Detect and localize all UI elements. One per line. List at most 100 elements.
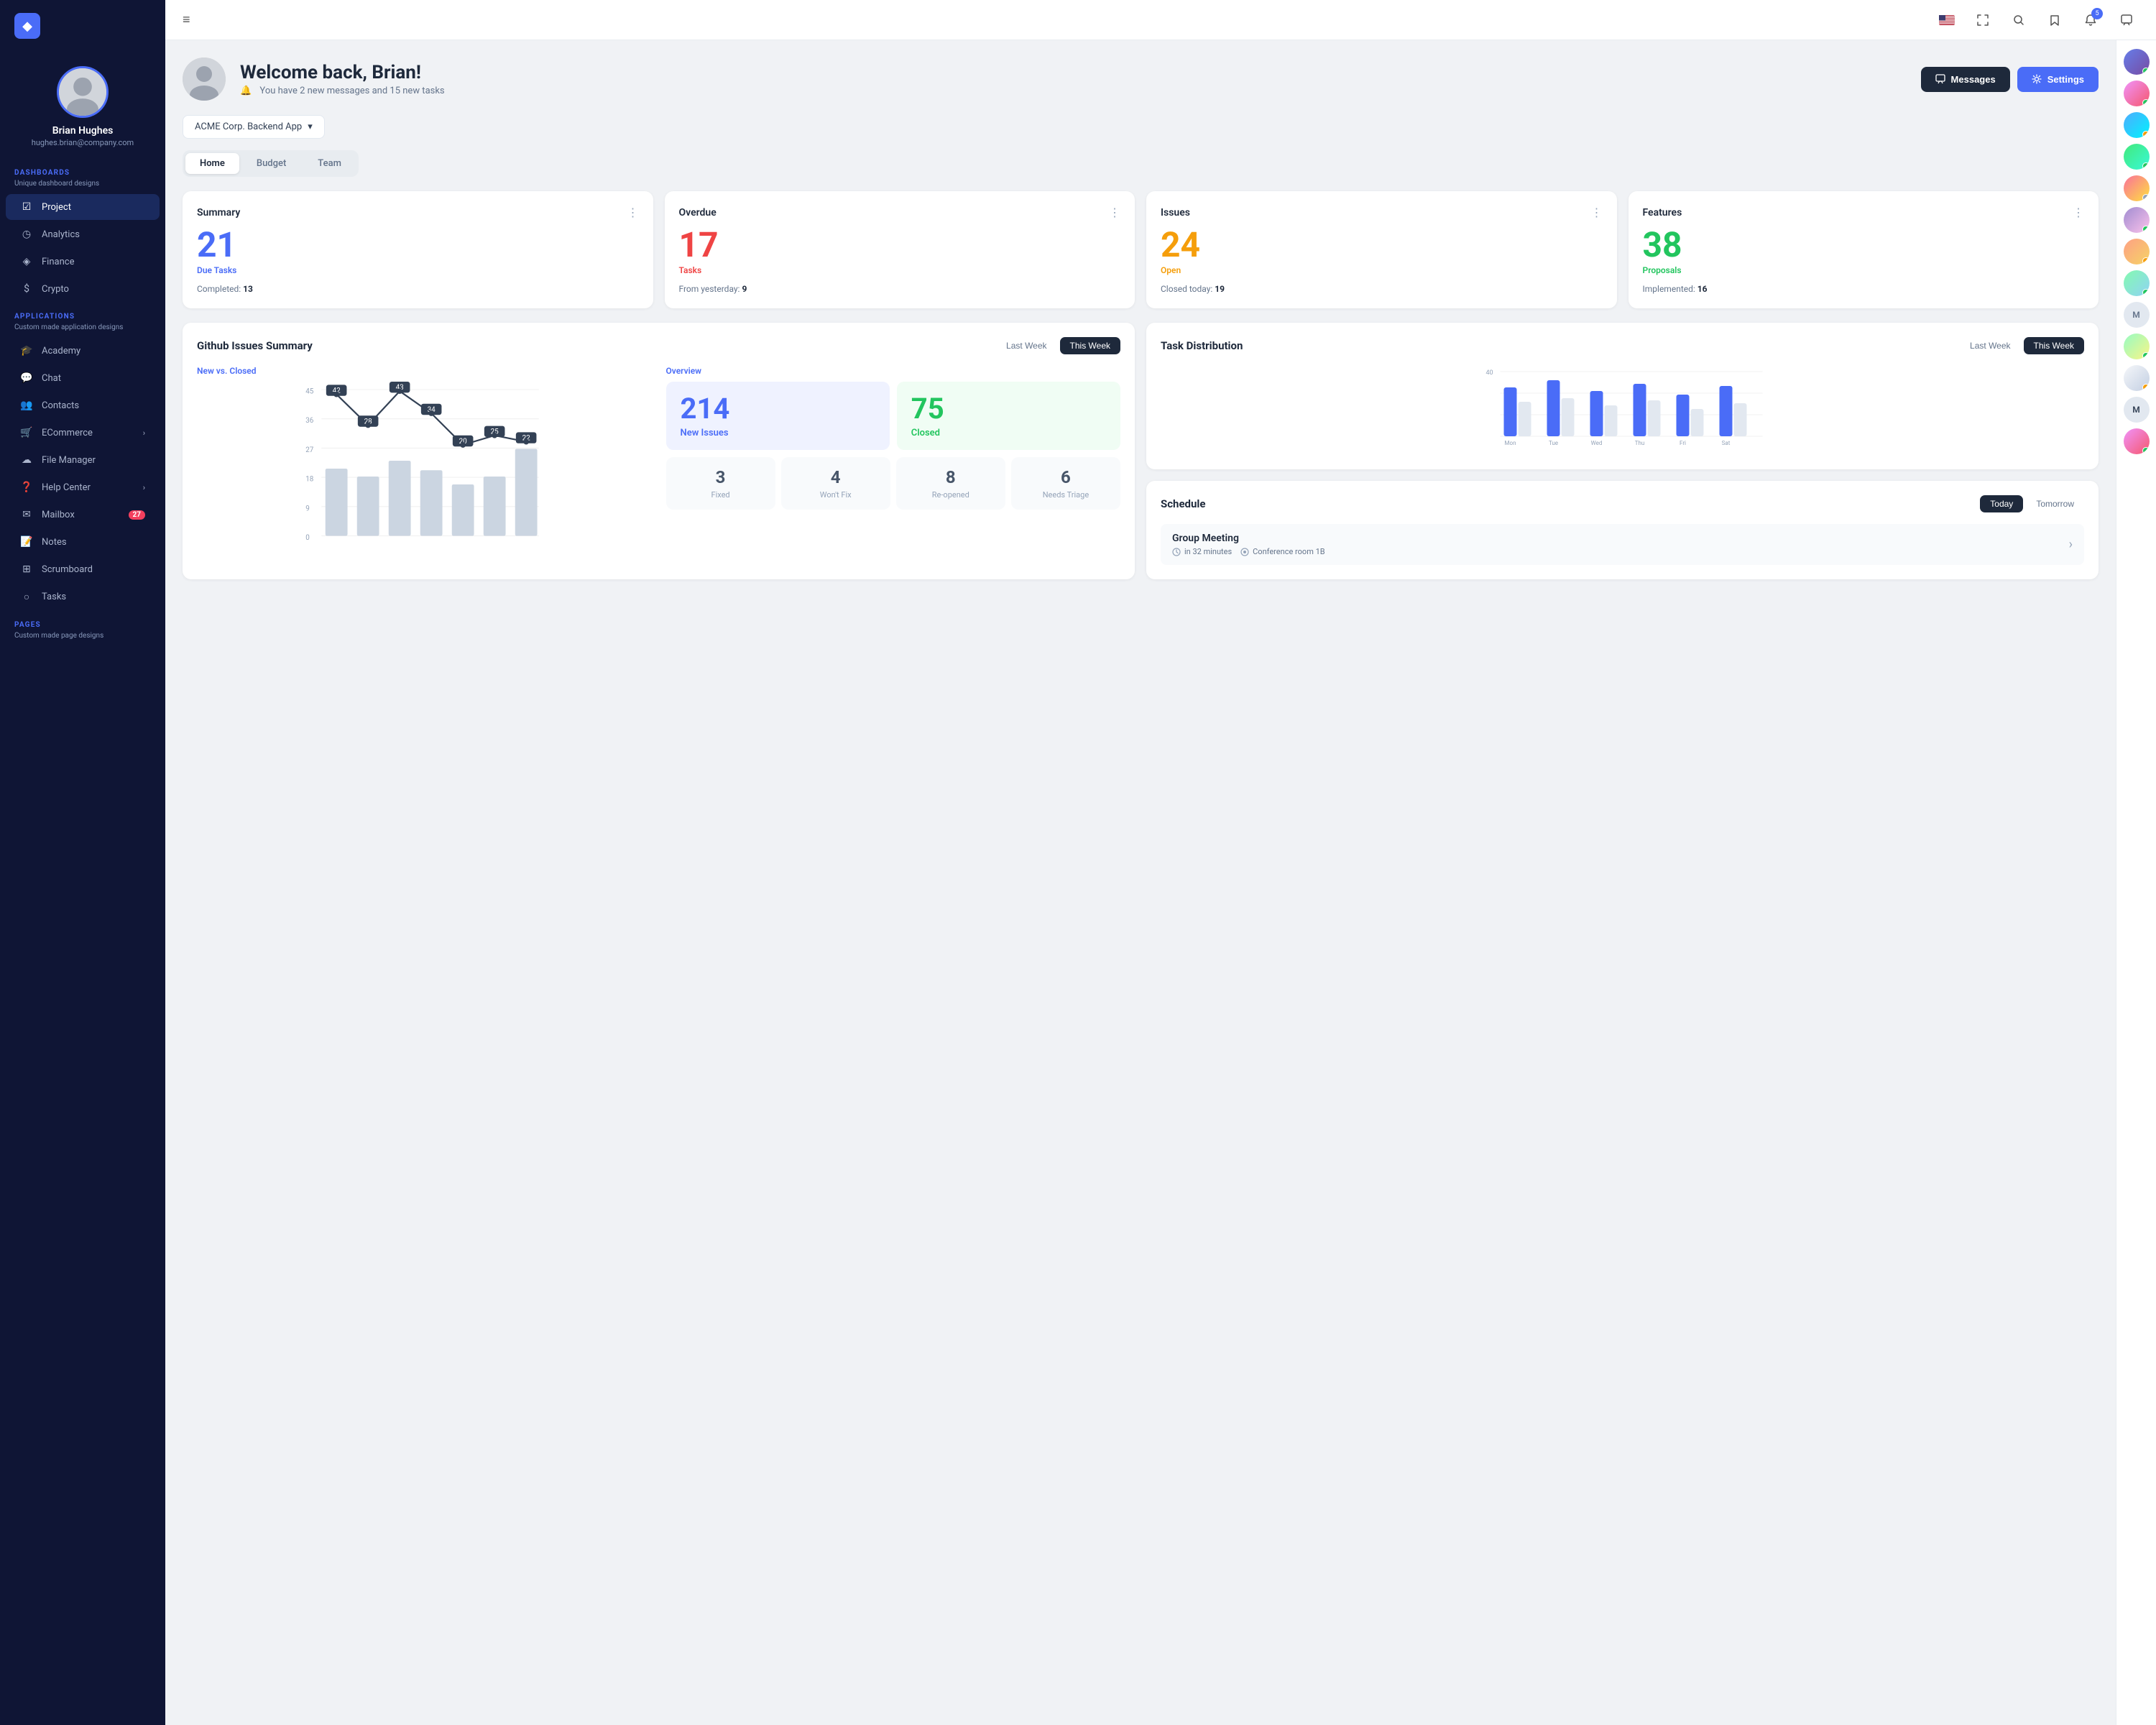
sidebar-item-chat[interactable]: 💬 Chat: [6, 365, 160, 391]
user-avatar: [57, 66, 109, 118]
mailbox-icon: ✉: [20, 509, 33, 520]
settings-btn-label: Settings: [2047, 74, 2084, 85]
reopened-stat: 8 Re-opened: [896, 457, 1005, 510]
logo-icon: ◆: [14, 13, 40, 39]
rp-avatar-12[interactable]: M: [2124, 397, 2150, 423]
task-dist-thisweek-btn[interactable]: This Week: [2024, 337, 2084, 354]
summary-card-menu[interactable]: ⋮: [627, 206, 639, 219]
sidebar-logo: ◆: [0, 0, 165, 52]
hamburger-button[interactable]: ≡: [183, 12, 190, 27]
issues-card-menu[interactable]: ⋮: [1591, 206, 1603, 219]
rp-avatar-5[interactable]: [2124, 175, 2150, 201]
task-dist-lastweek-btn[interactable]: Last Week: [1960, 337, 2020, 354]
finance-label: Finance: [42, 257, 74, 267]
github-thisweek-btn[interactable]: This Week: [1060, 337, 1120, 354]
rp-avatar-1[interactable]: [2124, 49, 2150, 75]
messages-action-button[interactable]: Messages: [1921, 67, 2010, 92]
welcome-actions: Messages Settings: [1921, 67, 2099, 92]
summary-card-subtitle: Due Tasks: [197, 265, 639, 275]
task-dist-title: Task Distribution: [1161, 339, 1243, 352]
applications-label: APPLICATIONS: [0, 303, 165, 323]
sidebar-item-mailbox[interactable]: ✉ Mailbox 27: [6, 502, 160, 528]
rp-avatar-11[interactable]: [2124, 365, 2150, 391]
rp-avatar-13[interactable]: [2124, 428, 2150, 454]
fullscreen-button[interactable]: [1971, 8, 1995, 32]
tab-home[interactable]: Home: [185, 153, 239, 174]
summary-card-number: 21: [197, 228, 639, 262]
messages-button[interactable]: [2114, 8, 2139, 32]
issues-card-title: Issues: [1161, 207, 1190, 218]
schedule-today-btn[interactable]: Today: [1980, 495, 2023, 512]
closed-issues-card: 75 Closed: [897, 382, 1120, 450]
app-selector-chevron: ▾: [308, 121, 313, 132]
wontfix-stat: 4 Won't Fix: [781, 457, 890, 510]
ecommerce-icon: 🛒: [20, 427, 33, 438]
analytics-icon: ◷: [20, 229, 33, 240]
notifications-badge: 5: [2091, 8, 2103, 19]
app-selector-label: ACME Corp. Backend App: [195, 121, 302, 132]
rp-avatar-8[interactable]: [2124, 270, 2150, 296]
academy-icon: 🎓: [20, 345, 33, 356]
right-panel: M M: [2116, 40, 2156, 1725]
contacts-icon: 👥: [20, 400, 33, 411]
features-card-menu[interactable]: ⋮: [2073, 206, 2084, 219]
sidebar-item-finance[interactable]: ◈ Finance: [6, 249, 160, 275]
welcome-header: Welcome back, Brian! 🔔 You have 2 new me…: [183, 58, 2099, 101]
ecommerce-label: ECommerce: [42, 428, 93, 438]
overdue-card: Overdue ⋮ 17 Tasks From yesterday: 9: [665, 191, 1135, 308]
rp-avatar-7[interactable]: [2124, 239, 2150, 264]
project-label: Project: [42, 202, 71, 213]
sidebar-item-helpcenter[interactable]: ❓ Help Center ›: [6, 474, 160, 500]
overdue-card-menu[interactable]: ⋮: [1109, 206, 1120, 219]
issues-card: Issues ⋮ 24 Open Closed today: 19: [1146, 191, 1617, 308]
settings-action-button[interactable]: Settings: [2017, 67, 2099, 92]
overdue-card-title: Overdue: [679, 207, 717, 218]
notification-text: You have 2 new messages and 15 new tasks: [259, 86, 444, 96]
rp-avatar-10[interactable]: [2124, 334, 2150, 359]
helpcenter-chevron: ›: [143, 483, 145, 492]
fixed-stat: 3 Fixed: [666, 457, 775, 510]
sidebar-item-notes[interactable]: 📝 Notes: [6, 529, 160, 555]
app-selector[interactable]: ACME Corp. Backend App ▾: [183, 115, 325, 139]
event-location-text: Conference room 1B: [1253, 547, 1325, 556]
rp-avatar-9[interactable]: M: [2124, 302, 2150, 328]
svg-text:Fri: Fri: [1680, 440, 1686, 446]
sidebar-item-tasks[interactable]: ○ Tasks: [6, 584, 160, 610]
filemanager-label: File Manager: [42, 455, 96, 466]
rp-avatar-2[interactable]: [2124, 80, 2150, 106]
welcome-notification: 🔔 You have 2 new messages and 15 new tas…: [240, 86, 451, 96]
sidebar-item-filemanager[interactable]: ☁ File Manager: [6, 447, 160, 473]
github-lastweek-btn[interactable]: Last Week: [996, 337, 1056, 354]
issues-card-footer: Closed today: 19: [1161, 284, 1603, 294]
sidebar-item-ecommerce[interactable]: 🛒 ECommerce ›: [6, 420, 160, 446]
overview-label: Overview: [666, 366, 1121, 376]
tab-team[interactable]: Team: [303, 153, 356, 174]
welcome-avatar: [183, 58, 226, 101]
sidebar-item-contacts[interactable]: 👥 Contacts: [6, 392, 160, 418]
language-selector[interactable]: [1935, 8, 1959, 32]
closed-label: Closed: [911, 428, 940, 438]
sidebar-item-crypto[interactable]: $ Crypto: [6, 276, 160, 302]
rp-avatar-3[interactable]: [2124, 112, 2150, 138]
search-button[interactable]: [2007, 8, 2031, 32]
bookmark-button[interactable]: [2042, 8, 2067, 32]
sidebar-item-academy[interactable]: 🎓 Academy: [6, 338, 160, 364]
summary-card-footer: Completed: 13: [197, 284, 639, 294]
svg-text:9: 9: [305, 505, 310, 512]
issues-card-number: 24: [1161, 228, 1603, 262]
event-location: Conference room 1B: [1240, 547, 1325, 556]
closed-number: 75: [911, 393, 944, 425]
rp-avatar-6[interactable]: [2124, 207, 2150, 233]
fixed-number: 3: [716, 467, 726, 487]
schedule-tomorrow-btn[interactable]: Tomorrow: [2026, 495, 2084, 512]
tasks-icon: ○: [20, 591, 33, 603]
sidebar-item-analytics[interactable]: ◷ Analytics: [6, 221, 160, 247]
schedule-title: Schedule: [1161, 497, 1205, 510]
sidebar-item-project[interactable]: ☑ Project: [6, 194, 160, 220]
tab-budget[interactable]: Budget: [242, 153, 300, 174]
sidebar-item-scrumboard[interactable]: ⊞ Scrumboard: [6, 556, 160, 582]
rp-avatar-4[interactable]: [2124, 144, 2150, 170]
welcome-text: Welcome back, Brian! 🔔 You have 2 new me…: [240, 62, 451, 96]
svg-text:Thu: Thu: [1635, 440, 1645, 446]
notifications-button[interactable]: 5: [2078, 8, 2103, 32]
